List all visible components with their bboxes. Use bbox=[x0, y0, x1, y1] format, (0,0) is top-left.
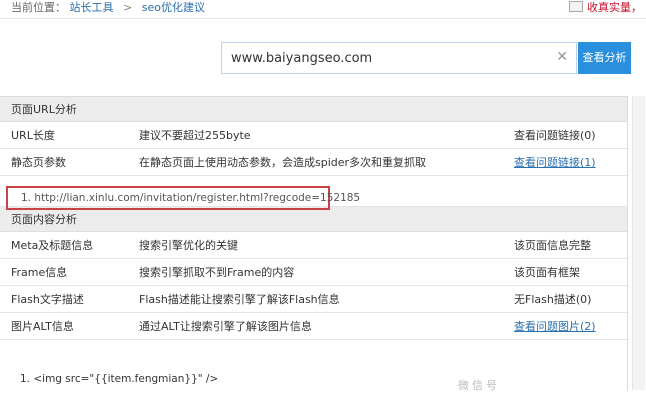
row-name: 图片ALT信息 bbox=[11, 320, 74, 333]
table-row: Meta及标题信息 搜索引擎优化的关键 该页面信息完整 bbox=[0, 232, 627, 259]
row-desc: 在静态页面上使用动态参数，会造成spider多次和重复抓取 bbox=[139, 156, 427, 169]
row-name: Flash文字描述 bbox=[11, 293, 84, 306]
view-problem-images-button[interactable]: 查看问题图片(2) bbox=[514, 313, 596, 340]
favorite-icon bbox=[569, 1, 583, 12]
search-input[interactable] bbox=[222, 43, 551, 73]
table-row: Flash文字描述 Flash描述能让搜索引擎了解该Flash信息 无Flash… bbox=[0, 286, 627, 313]
table-row: 静态页参数 在静态页面上使用动态参数，会造成spider多次和重复抓取 查看问题… bbox=[0, 149, 627, 176]
row-name: URL长度 bbox=[11, 129, 55, 142]
problem-image-code: 1. <img src="{{item.fengmian}}" /> bbox=[20, 373, 219, 385]
row-action: 无Flash描述(0) bbox=[514, 293, 592, 306]
row-action: 该页面信息完整 bbox=[514, 239, 591, 252]
analysis-panel: 页面URL分析 URL长度 建议不要超过255byte 查看问题链接(0) 静态… bbox=[0, 96, 628, 391]
row-desc: Flash描述能让搜索引擎了解该Flash信息 bbox=[139, 293, 340, 306]
row-desc: 通过ALT让搜索引擎了解该图片信息 bbox=[139, 320, 312, 333]
breadcrumb: 当前位置： 站长工具 > seo优化建议 bbox=[11, 1, 205, 15]
search-box: ✕ bbox=[221, 42, 577, 74]
row-desc: 建议不要超过255byte bbox=[139, 129, 251, 142]
favorite-label: 收真实量， bbox=[587, 1, 642, 14]
row-name: 静态页参数 bbox=[11, 156, 66, 169]
table-row: Frame信息 搜索引擎抓取不到Frame的内容 该页面有框架 bbox=[0, 259, 627, 286]
section-header-url-analysis: 页面URL分析 bbox=[0, 97, 627, 122]
row-action: 该页面有框架 bbox=[514, 266, 580, 279]
row-desc: 搜索引擎抓取不到Frame的内容 bbox=[139, 266, 295, 279]
top-bar: 当前位置： 站长工具 > seo优化建议 收真实量， bbox=[0, 0, 646, 19]
search-button[interactable]: 查看分析 bbox=[578, 42, 631, 74]
clear-icon[interactable]: ✕ bbox=[556, 49, 568, 65]
row-name: Frame信息 bbox=[11, 266, 68, 279]
view-problem-links-button[interactable]: 查看问题链接(1) bbox=[514, 149, 596, 176]
breadcrumb-separator: > bbox=[123, 1, 133, 14]
table-row: URL长度 建议不要超过255byte 查看问题链接(0) bbox=[0, 122, 627, 149]
problem-url-item[interactable]: 1. http://lian.xinlu.com/invitation/regi… bbox=[6, 186, 360, 210]
watermark: 微信号 bbox=[458, 379, 500, 392]
breadcrumb-link-seo-advice[interactable]: seo优化建议 bbox=[142, 1, 205, 14]
row-action: 查看问题链接(0) bbox=[514, 129, 596, 142]
row-name: Meta及标题信息 bbox=[11, 239, 94, 252]
breadcrumb-label: 当前位置： bbox=[11, 1, 66, 14]
breadcrumb-link-webmaster-tools[interactable]: 站长工具 bbox=[70, 1, 114, 14]
table-row: 图片ALT信息 通过ALT让搜索引擎了解该图片信息 查看问题图片(2) bbox=[0, 313, 627, 340]
scrollbar[interactable] bbox=[632, 96, 645, 390]
favorite-link[interactable]: 收真实量， bbox=[569, 1, 642, 15]
section-header-content-analysis: 页面内容分析 bbox=[0, 207, 627, 232]
row-desc: 搜索引擎优化的关键 bbox=[139, 239, 238, 252]
